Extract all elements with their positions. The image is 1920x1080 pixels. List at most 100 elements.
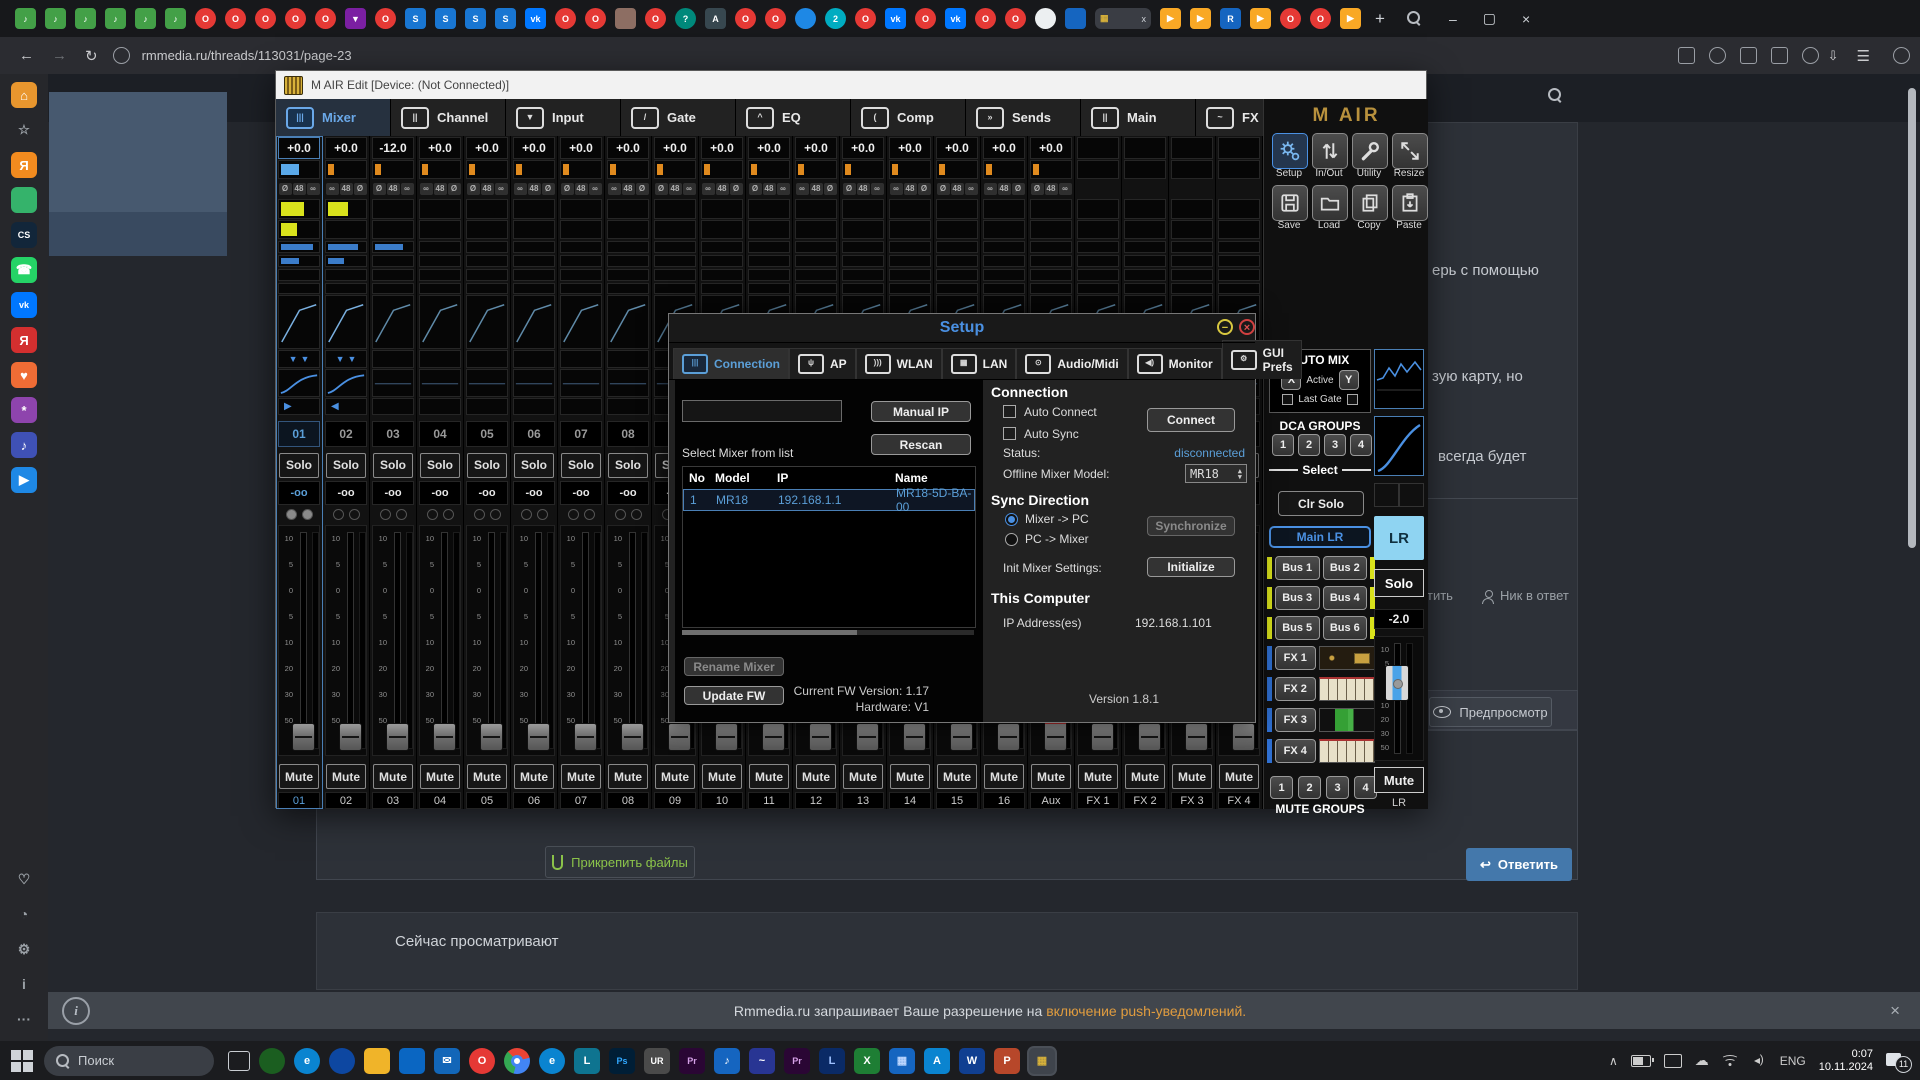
gain-value[interactable]: +0.0 [701,137,743,159]
browser-tab[interactable]: O [285,8,306,29]
indicator-cell[interactable] [889,220,931,240]
close-icon[interactable]: × [1890,1001,1900,1021]
send-cell[interactable] [1171,269,1213,281]
mute-button[interactable]: Mute [702,764,742,790]
task-view-button[interactable] [228,1051,250,1071]
indicator-cell[interactable] [325,199,367,219]
link-icon[interactable]: ∞ [796,183,809,195]
offline-model-select[interactable]: MR18 ▲▼ [1185,464,1247,483]
link-icon[interactable]: ∞ [777,183,790,195]
send-cell[interactable] [795,255,837,267]
dynamics-indicator[interactable] [372,350,414,368]
send-cell[interactable] [701,241,743,253]
send-cell[interactable] [1077,283,1119,295]
send-cell[interactable] [889,255,931,267]
gate-curve[interactable] [278,295,320,349]
in-out-button[interactable] [1312,133,1348,169]
downloads-icon[interactable]: ⇩ [1828,48,1839,64]
phantom-48v-icon[interactable]: 48 [904,183,917,195]
browser-tab[interactable]: vk [945,8,966,29]
send-cell[interactable] [1077,255,1119,267]
browser-tab[interactable]: S [465,8,486,29]
tab-input[interactable]: ▼Input [506,99,621,136]
link-icon[interactable]: ∞ [420,183,433,195]
link-icon[interactable]: ∞ [702,183,715,195]
gain-value[interactable]: +0.0 [325,137,367,159]
setup-tab-audio-midi[interactable]: ⊙Audio/Midi [1016,348,1127,379]
mute-button[interactable]: Mute [608,764,648,790]
setup-tab-lan[interactable]: ▦LAN [942,348,1017,379]
mute-button[interactable]: Mute [1172,764,1212,790]
taskbar-app-photoshop[interactable]: Ps [609,1048,635,1074]
channel-fader[interactable]: 1050510203050 [419,525,461,755]
browser-tab[interactable]: O [315,8,336,29]
browser-tab[interactable] [1035,8,1056,29]
send-cell[interactable] [372,283,414,295]
mute-button[interactable]: Mute [1219,764,1259,790]
mute-group-3[interactable]: 3 [1326,776,1349,799]
mute-button[interactable]: Mute [655,764,695,790]
dialog-close-icon[interactable]: × [1239,319,1255,335]
gain-value[interactable]: +0.0 [983,137,1025,159]
phase-icon[interactable]: Ø [824,183,837,195]
fader-knob[interactable] [856,723,879,751]
phase-icon[interactable]: Ø [467,183,480,195]
indicator-cell[interactable] [983,220,1025,240]
dynamics-indicator[interactable] [419,350,461,368]
tab-mixer[interactable]: |||Mixer [276,99,391,136]
gain-value[interactable]: +0.0 [748,137,790,159]
send-cell[interactable] [607,283,649,295]
gate-curve[interactable] [607,295,649,349]
send-cell[interactable] [1077,269,1119,281]
browser-maximize-button[interactable]: ▢ [1483,10,1496,27]
fader-knob[interactable] [621,723,644,751]
eq-curve[interactable] [466,369,508,397]
clear-solo-button[interactable]: Clr Solo [1278,491,1364,516]
send-cell[interactable] [1077,241,1119,253]
pan-indicator[interactable]: ▶ [278,398,320,415]
send-cell[interactable] [701,283,743,295]
mute-group-1[interactable]: 1 [1270,776,1293,799]
browser-tab[interactable]: ♪ [105,8,126,29]
send-cell[interactable] [842,269,884,281]
taskbar-app-premiere-2[interactable]: Pr [784,1048,810,1074]
fader-knob[interactable] [1232,723,1255,751]
gate-curve[interactable] [372,295,414,349]
send-cell[interactable] [654,269,696,281]
send-cell[interactable] [278,283,320,295]
setup-dialog-header[interactable]: Setup − × [669,314,1255,343]
send-cell[interactable] [1171,255,1213,267]
browser-tab[interactable]: vk [525,8,546,29]
comp-curve-thumbnail[interactable] [1374,416,1424,476]
dynamics-indicator[interactable]: ▼▼ [278,350,320,368]
fader-knob[interactable] [1185,723,1208,751]
phantom-48v-icon[interactable]: 48 [1045,183,1058,195]
gain-value[interactable]: -12.0 [372,137,414,159]
gate-curve[interactable] [325,295,367,349]
dynamics-indicator[interactable]: ▼▼ [325,350,367,368]
dca-group-2[interactable]: 2 [1298,434,1320,456]
taskbar-app-app-a[interactable]: A [924,1048,950,1074]
browser-tab[interactable]: ♪ [135,8,156,29]
pan-indicator[interactable] [607,398,649,415]
browser-tab[interactable] [1065,8,1086,29]
table-scrollbar[interactable] [682,630,974,635]
send-cell[interactable] [607,241,649,253]
send-cell[interactable] [1218,255,1260,267]
indicator-cell[interactable] [278,199,320,219]
site-security-icon[interactable] [113,47,130,64]
phase-icon[interactable]: Ø [279,183,292,195]
send-cell[interactable] [748,241,790,253]
sidebar-item-purple-app[interactable]: * [11,397,37,423]
indicator-cell[interactable] [1124,199,1166,219]
gain-value[interactable]: +0.0 [1030,137,1072,159]
gain-value[interactable]: +0.0 [560,137,602,159]
resize-button[interactable] [1392,133,1428,169]
eq-curve[interactable] [560,369,602,397]
browser-tab[interactable]: ▶ [1160,8,1181,29]
mute-button[interactable]: Mute [890,764,930,790]
send-cell[interactable] [1030,283,1072,295]
url-text[interactable]: rmmedia.ru/threads/113031/page-23 [142,48,352,63]
channel-fader[interactable]: 1050510203050 [560,525,602,755]
tab-main[interactable]: ||Main [1081,99,1196,136]
